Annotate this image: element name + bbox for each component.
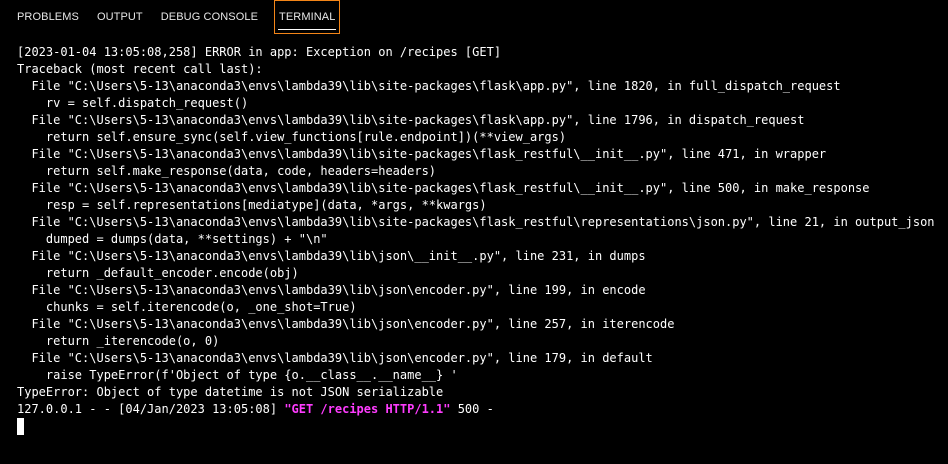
terminal-line: return self.make_response(data, code, he… (17, 164, 437, 178)
tab-debug-console[interactable]: DEBUG CONSOLE (153, 0, 266, 34)
access-log-status: 500 - (450, 402, 494, 416)
active-tab-indicator (278, 29, 337, 30)
tab-terminal[interactable]: TERMINAL (274, 0, 341, 34)
access-log-request: "GET /recipes HTTP/1.1" (284, 402, 451, 416)
terminal-line: dumped = dumps(data, **settings) + "\n" (17, 232, 328, 246)
terminal-line: chunks = self.iterencode(o, _one_shot=Tr… (17, 300, 357, 314)
tab-output-label: OUTPUT (96, 11, 143, 23)
terminal-line: File "C:\Users\5-13\anaconda3\envs\lambd… (17, 351, 653, 365)
terminal-line: resp = self.representations[mediatype](d… (17, 198, 487, 212)
panel-tab-bar: PROBLEMS OUTPUT DEBUG CONSOLE TERMINAL (0, 0, 948, 34)
terminal-line: rv = self.dispatch_request() (17, 96, 249, 110)
terminal-line: File "C:\Users\5-13\anaconda3\envs\lambd… (17, 79, 841, 93)
terminal-line: File "C:\Users\5-13\anaconda3\envs\lambd… (17, 215, 935, 229)
terminal-output[interactable]: [2023-01-04 13:05:08,258] ERROR in app: … (17, 44, 948, 464)
terminal-cursor (17, 418, 24, 435)
terminal-line: return _iterencode(o, 0) (17, 334, 220, 348)
terminal-line: File "C:\Users\5-13\anaconda3\envs\lambd… (17, 113, 805, 127)
terminal-line: return self.ensure_sync(self.view_functi… (17, 130, 567, 144)
terminal-line: File "C:\Users\5-13\anaconda3\envs\lambd… (17, 283, 646, 297)
terminal-line: [2023-01-04 13:05:08,258] ERROR in app: … (17, 45, 502, 59)
terminal-line: Traceback (most recent call last): (17, 62, 263, 76)
terminal-line: File "C:\Users\5-13\anaconda3\envs\lambd… (17, 317, 675, 331)
terminal-line: File "C:\Users\5-13\anaconda3\envs\lambd… (17, 181, 870, 195)
terminal-line: File "C:\Users\5-13\anaconda3\envs\lambd… (17, 147, 827, 161)
access-log-line: 127.0.0.1 - - [04/Jan/2023 13:05:08] "GE… (17, 401, 948, 418)
terminal-panel: PROBLEMS OUTPUT DEBUG CONSOLE TERMINAL [… (0, 0, 948, 464)
terminal-line: return _default_encoder.encode(obj) (17, 266, 299, 280)
tab-output[interactable]: OUTPUT (89, 0, 151, 34)
tab-terminal-label: TERMINAL (279, 11, 336, 23)
terminal-line: TypeError: Object of type datetime is no… (17, 385, 444, 399)
tab-problems[interactable]: PROBLEMS (9, 0, 87, 34)
terminal-line: raise TypeError(f'Object of type {o.__cl… (17, 368, 458, 382)
terminal-line: File "C:\Users\5-13\anaconda3\envs\lambd… (17, 249, 646, 263)
prompt-line[interactable] (17, 418, 948, 435)
tab-debug-console-label: DEBUG CONSOLE (160, 11, 259, 23)
access-log-prefix: 127.0.0.1 - - [04/Jan/2023 13:05:08] (17, 402, 285, 416)
tab-problems-label: PROBLEMS (17, 11, 79, 23)
